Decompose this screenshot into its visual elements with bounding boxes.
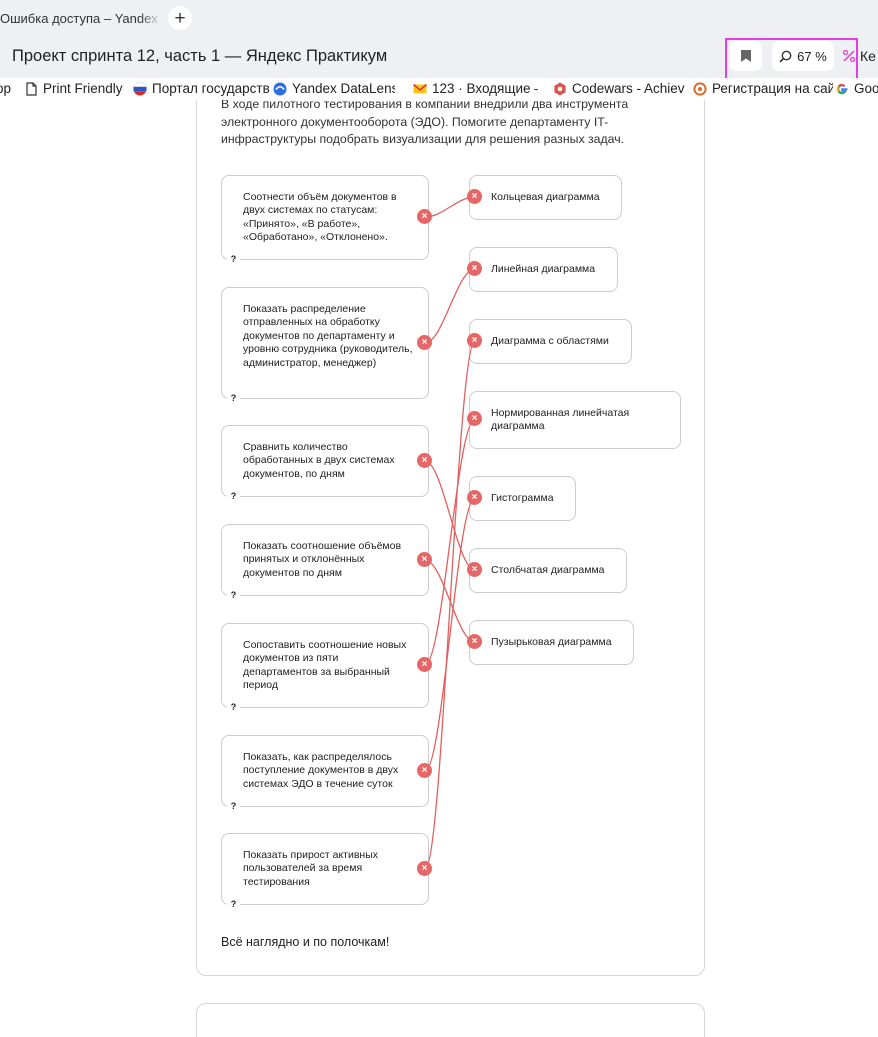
mail-icon xyxy=(413,83,427,93)
bookmark-item[interactable]: Google xyxy=(835,81,878,96)
task-text: Соотнести объём документов в двух систем… xyxy=(243,191,397,244)
chart-option-label: Линейная диаграмма xyxy=(491,263,596,275)
chart-option[interactable]: Диаграмма с областями xyxy=(469,319,632,364)
remove-connection-button[interactable]: × xyxy=(467,411,482,426)
remove-connection-button[interactable]: × xyxy=(417,861,432,876)
chart-option-label: Диаграмма с областями xyxy=(491,335,609,347)
bookmark-item[interactable]: Yandex DataLens xyxy=(273,81,395,96)
remove-connection-button[interactable]: × xyxy=(467,261,482,276)
remove-connection-button[interactable]: × xyxy=(417,335,432,350)
help-icon[interactable]: ? xyxy=(227,391,240,404)
codewars-icon xyxy=(554,82,566,95)
task-item[interactable]: Сопоставить соотношение новых документов… xyxy=(221,623,429,713)
remove-connection-button[interactable]: × xyxy=(467,333,482,348)
bookmark-label: Codewars - Achievements xyxy=(572,81,685,96)
bookmark-label: Регистрация на сайте xyxy=(712,81,833,96)
zoom-button[interactable]: 67 % xyxy=(772,41,834,71)
zoom-icon xyxy=(779,50,792,63)
task-text: Показать, как распределялось поступление… xyxy=(243,751,399,790)
task-item[interactable]: Показать, как распределялось поступление… xyxy=(221,735,429,812)
tab-strip: Ошибка доступа – Yandex + xyxy=(0,0,878,36)
address-bar: Проект спринта 12, часть 1 — Яндекс Прак… xyxy=(0,36,878,78)
registration-icon xyxy=(693,81,707,96)
remove-connection-button[interactable]: × xyxy=(417,763,432,778)
help-icon[interactable]: ? xyxy=(227,588,240,601)
task-item[interactable]: Показать соотношение объёмов принятых и … xyxy=(221,524,429,601)
bookmark-button[interactable] xyxy=(730,41,762,71)
new-tab-button[interactable]: + xyxy=(168,6,192,30)
bookmark-label: Print Friendly xyxy=(43,81,123,96)
remove-connection-button[interactable]: × xyxy=(467,634,482,649)
task-item[interactable]: Показать распределение отправленных на о… xyxy=(221,287,429,404)
task-text: Показать прирост активных пользователей … xyxy=(243,849,378,888)
google-icon xyxy=(836,83,848,94)
bookmark-item[interactable]: Регистрация на сайте xyxy=(693,81,833,96)
task-text: Сопоставить соотношение новых документов… xyxy=(243,639,407,692)
help-icon[interactable]: ? xyxy=(227,897,240,910)
chart-option-label: Нормированная линейчатая диаграмма xyxy=(491,407,630,433)
page-title[interactable]: Проект спринта 12, часть 1 — Яндекс Прак… xyxy=(12,47,387,66)
plus-icon: + xyxy=(174,7,186,29)
chart-option-label: Кольцевая диаграмма xyxy=(491,191,600,203)
chart-option-label: Столбчатая диаграмма xyxy=(491,564,605,576)
extension-label: Ке xyxy=(860,48,876,64)
next-task-card xyxy=(196,1003,705,1037)
chart-option-label: Пузырьковая диаграмма xyxy=(491,636,612,648)
bookmark-label: Портал государственных услуг xyxy=(152,81,270,96)
task-footer: Всё наглядно и по полочкам! xyxy=(221,935,390,949)
task-item[interactable]: Сравнить количество обработанных в двух … xyxy=(221,425,429,502)
bookmark-item[interactable]: Codewars - Achievements xyxy=(553,81,685,96)
chart-option[interactable]: Кольцевая диаграмма xyxy=(469,175,622,220)
help-icon[interactable]: ? xyxy=(227,700,240,713)
bookmarks-bar: ор Print Friendly Портал государственных… xyxy=(0,78,878,100)
chart-option[interactable]: Столбчатая диаграмма xyxy=(469,548,627,593)
task-text: Сравнить количество обработанных в двух … xyxy=(243,441,395,480)
chart-option-label: Гистограмма xyxy=(491,492,554,504)
task-item[interactable]: Показать прирост активных пользователей … xyxy=(221,833,429,910)
bookmark-label: Google xyxy=(854,81,878,96)
remove-connection-button[interactable]: × xyxy=(417,552,432,567)
task-text: Показать соотношение объёмов принятых и … xyxy=(243,540,402,579)
remove-connection-button[interactable]: × xyxy=(417,657,432,672)
bookmark-icon xyxy=(741,50,751,62)
remove-connection-button[interactable]: × xyxy=(417,453,432,468)
browser-tab[interactable]: Ошибка доступа – Yandex xyxy=(0,4,162,32)
tab-title: Ошибка доступа – Yandex xyxy=(0,10,158,26)
chart-option[interactable]: Гистограмма xyxy=(469,476,576,521)
extension-button[interactable]: Ке xyxy=(842,41,878,71)
chart-option[interactable]: Линейная диаграмма xyxy=(469,247,618,292)
page-icon xyxy=(26,81,37,96)
remove-connection-button[interactable]: × xyxy=(467,490,482,505)
bookmark-label: ор xyxy=(0,81,12,96)
help-icon[interactable]: ? xyxy=(227,799,240,812)
task-text: Показать распределение отправленных на о… xyxy=(243,303,413,369)
datalens-icon xyxy=(273,82,287,95)
task-item[interactable]: Соотнести объём документов в двух систем… xyxy=(221,175,429,265)
chart-option[interactable]: Нормированная линейчатая диаграмма xyxy=(469,391,681,449)
flag-icon xyxy=(133,81,147,96)
percent-icon xyxy=(842,49,856,63)
page-content: В ходе пилотного тестирования в компании… xyxy=(0,100,878,1037)
remove-connection-button[interactable]: × xyxy=(417,209,432,224)
bookmark-label: Yandex DataLens xyxy=(292,81,395,96)
bookmark-item[interactable]: Портал государственных услуг xyxy=(133,81,270,96)
bookmark-item[interactable]: ор xyxy=(0,81,11,96)
zoom-level: 67 % xyxy=(797,48,827,64)
task-intro: В ходе пилотного тестирования в компании… xyxy=(221,100,629,146)
help-icon[interactable]: ? xyxy=(227,252,240,265)
help-icon[interactable]: ? xyxy=(227,489,240,502)
bookmark-item[interactable]: 123 · Входящие — Почта xyxy=(413,81,538,96)
remove-connection-button[interactable]: × xyxy=(467,562,482,577)
remove-connection-button[interactable]: × xyxy=(467,189,482,204)
bookmark-label: 123 · Входящие — Почта xyxy=(432,81,538,96)
chart-option[interactable]: Пузырьковая диаграмма xyxy=(469,620,634,665)
bookmark-item[interactable]: Print Friendly xyxy=(24,81,123,96)
